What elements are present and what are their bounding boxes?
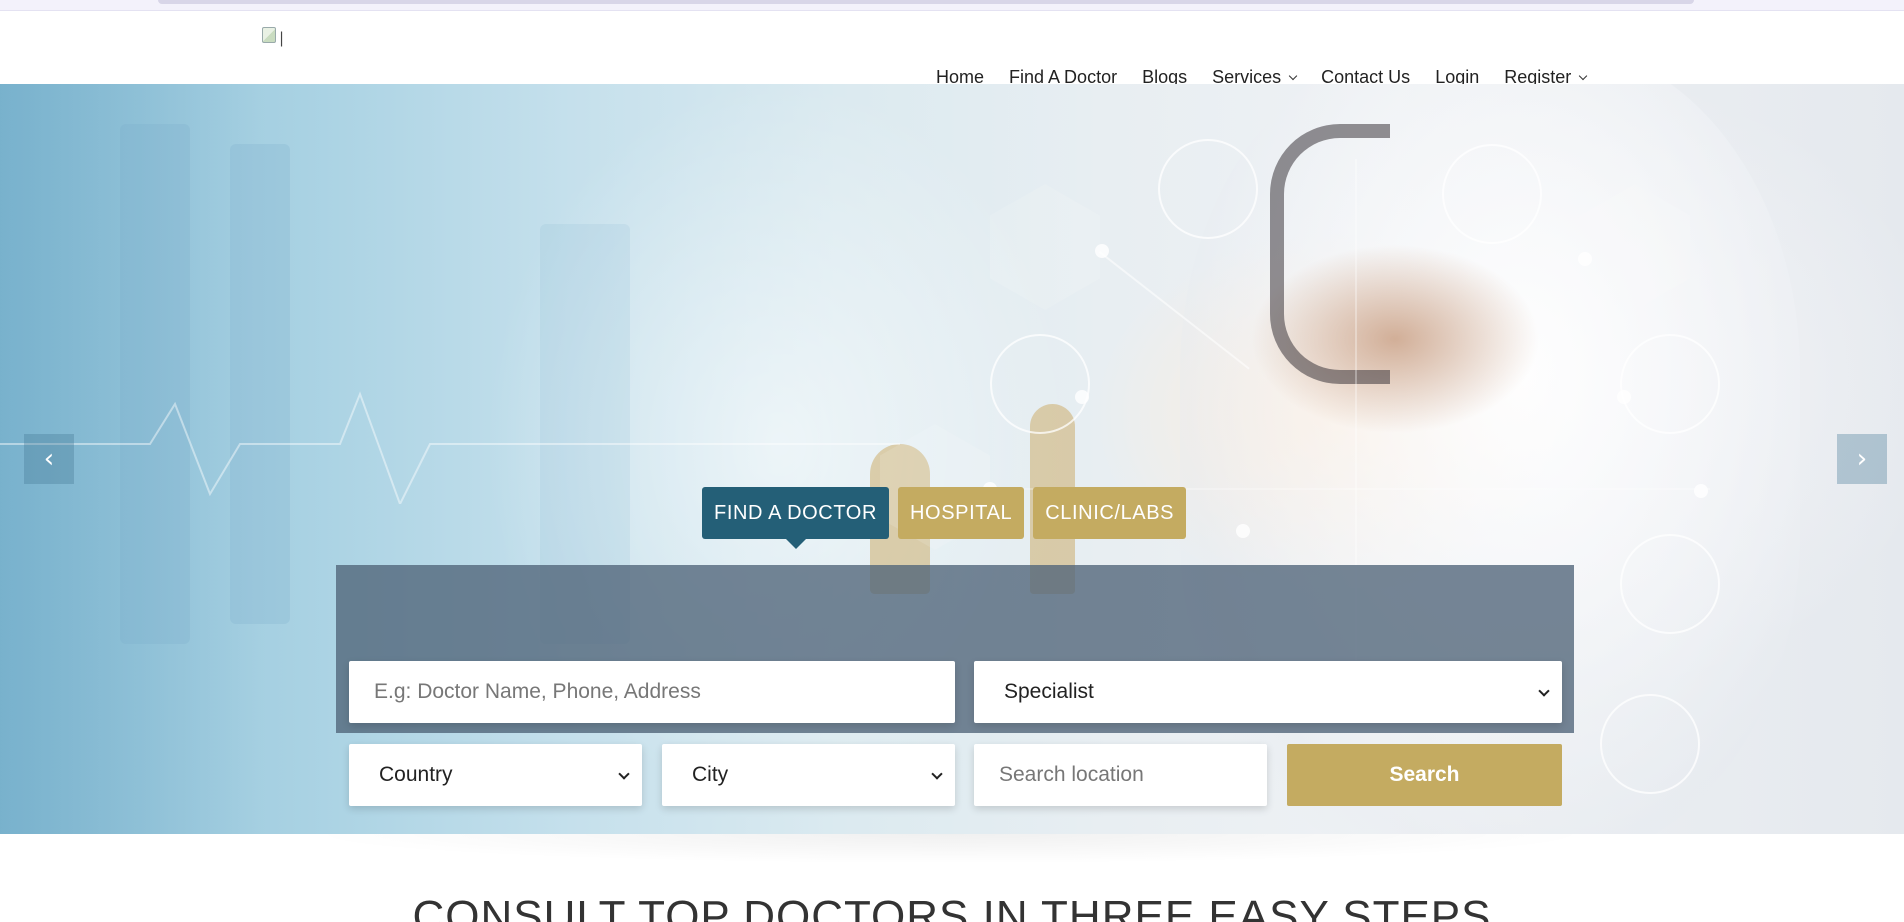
tab-find-a-doctor[interactable]: FIND A DOCTOR	[702, 487, 890, 539]
ecg-line-graphic	[0, 391, 900, 504]
country-select[interactable]: Country	[349, 744, 642, 806]
test-tubes-icon	[1158, 139, 1258, 239]
bottle-icon	[1600, 694, 1700, 794]
search-button[interactable]: Search	[1287, 744, 1562, 806]
slider-next-button[interactable]: ›	[1837, 434, 1887, 484]
tab-clinic-labs[interactable]: CLINIC/LABS	[1033, 487, 1187, 539]
chevron-down-icon	[618, 768, 630, 780]
search-input-placeholder: E.g: Doctor Name, Phone, Address	[374, 680, 701, 703]
pills-icon	[1620, 334, 1720, 434]
location-input-placeholder: Search location	[999, 763, 1144, 786]
chevron-down-icon	[931, 768, 943, 780]
stethoscope-image	[1270, 124, 1390, 384]
city-value: City	[692, 763, 729, 786]
logo-alt-text: |	[279, 29, 285, 47]
browser-top-strip	[0, 0, 1904, 11]
location-search-input[interactable]: Search location	[974, 744, 1267, 806]
address-bar-edge	[158, 0, 1694, 4]
medical-kit-icon	[990, 184, 1100, 310]
country-value: Country	[379, 763, 453, 786]
chevron-down-icon	[1538, 685, 1550, 697]
network-node	[1075, 390, 1089, 404]
tab-hospital[interactable]: HOSPITAL	[898, 487, 1025, 539]
doctor-search-input[interactable]: E.g: Doctor Name, Phone, Address	[349, 661, 955, 723]
syringe-icon	[1442, 144, 1542, 244]
search-tabs: FIND A DOCTOR HOSPITAL CLINIC/LABS	[702, 487, 1195, 539]
chevron-left-icon: ‹	[43, 444, 55, 474]
site-header: | Home Find A Doctor Blogs Services Cont…	[0, 11, 1904, 87]
specialist-select[interactable]: Specialist	[974, 661, 1562, 723]
city-select[interactable]: City	[662, 744, 955, 806]
network-node	[1578, 252, 1592, 266]
site-logo[interactable]: |	[262, 27, 290, 51]
nurse-cap-icon	[1620, 534, 1720, 634]
broken-image-icon	[262, 27, 276, 43]
chevron-down-icon	[1579, 71, 1588, 80]
network-node	[1617, 390, 1631, 404]
chevron-down-icon	[1288, 71, 1298, 80]
hero-bottom-shadow	[300, 834, 1600, 864]
network-node	[1236, 524, 1250, 538]
chevron-right-icon: ›	[1856, 444, 1868, 474]
specialist-value: Specialist	[1004, 680, 1094, 703]
network-node	[1694, 484, 1708, 498]
flask-icon	[990, 334, 1090, 434]
slider-prev-button[interactable]: ‹	[24, 434, 74, 484]
section-title: CONSULT TOP DOCTORS IN THREE EASY STEPS	[412, 892, 1492, 922]
